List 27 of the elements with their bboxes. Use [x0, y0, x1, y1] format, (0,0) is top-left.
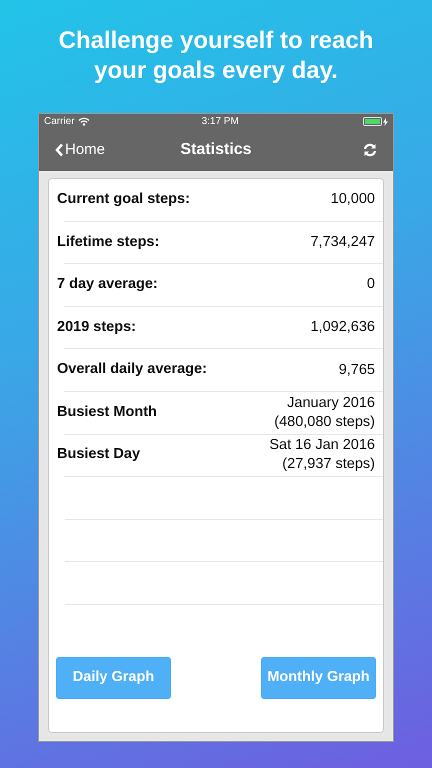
carrier-label: Carrier	[44, 115, 75, 129]
stat-label: Busiest Day	[57, 445, 140, 464]
stat-label: Lifetime steps:	[57, 232, 160, 252]
stat-label: Busiest Month	[57, 402, 157, 422]
refresh-button[interactable]	[363, 143, 377, 157]
stat-value: 1,092,636	[310, 318, 375, 338]
screen-title: Statistics	[180, 140, 252, 160]
stat-value: 7,734,247	[310, 232, 375, 252]
stat-value: 9,765	[338, 360, 375, 380]
refresh-icon	[363, 143, 377, 157]
graph-button[interactable]: Monthly Graph	[261, 656, 376, 699]
status-time: 3:17 PM	[202, 115, 239, 129]
stat-label: 2019 steps:	[57, 318, 136, 337]
chevron-left-icon	[55, 143, 64, 157]
stat-value: January 2016 (480,080 steps)	[274, 394, 375, 432]
stat-label: Overall daily average:	[57, 360, 207, 380]
graph-button[interactable]: Daily Graph	[56, 656, 171, 699]
stat-value: 10,000	[330, 190, 375, 210]
charging-icon	[383, 118, 388, 126]
battery-icon	[363, 117, 382, 126]
stat-value: 0	[366, 275, 375, 294]
stat-value: Sat 16 Jan 2016 (27,937 steps)	[269, 436, 375, 474]
stat-label: 7 day average:	[57, 275, 158, 294]
stat-label: Current goal steps:	[57, 190, 190, 209]
headline: Challenge yourself to reach your goals every day.	[58, 26, 374, 86]
wifi-icon	[78, 117, 90, 126]
back-button[interactable]: Home	[55, 138, 106, 162]
